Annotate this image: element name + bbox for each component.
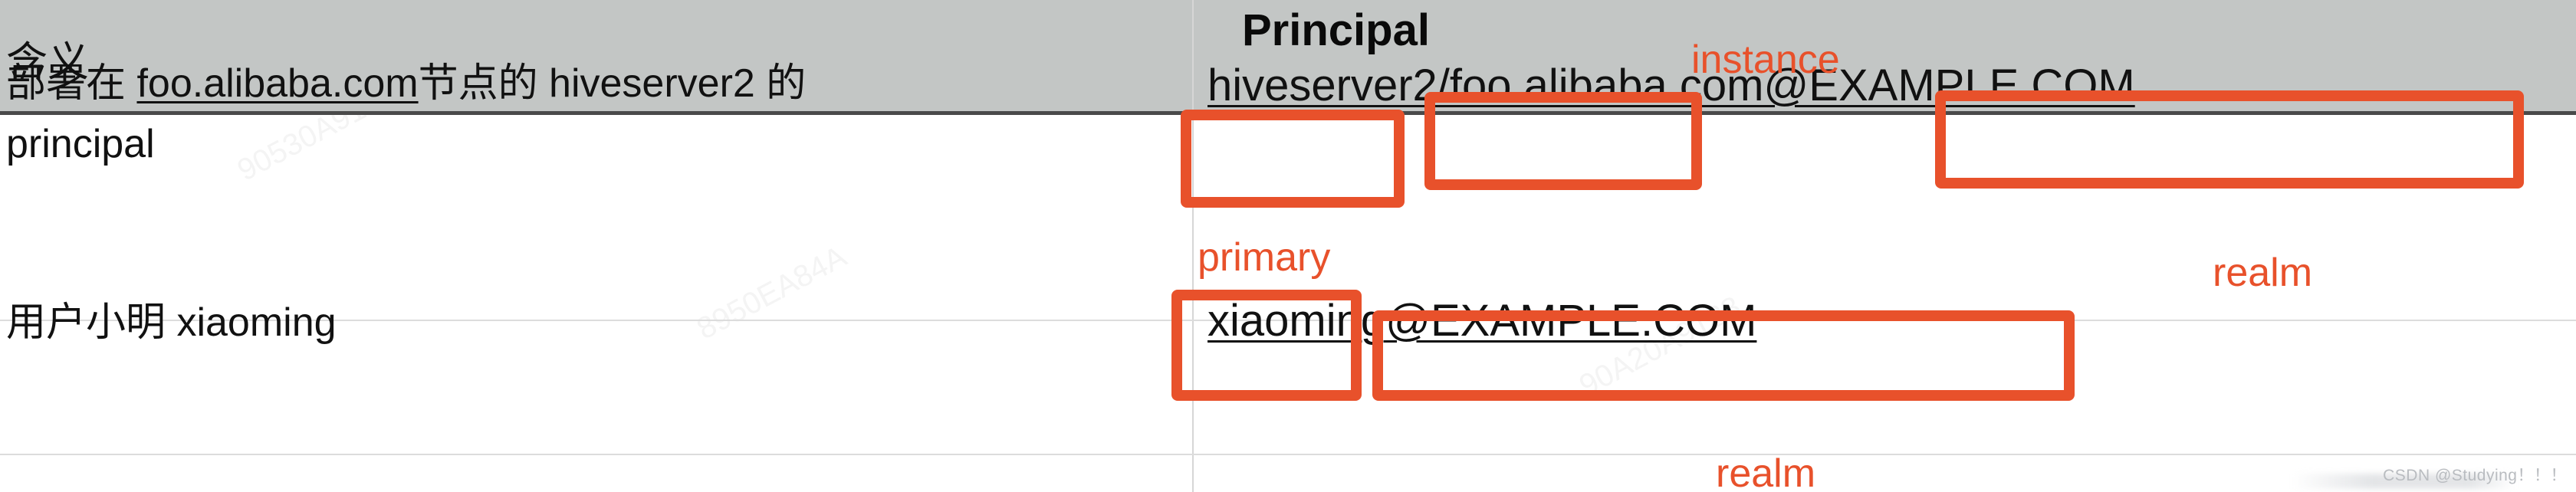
row-divider <box>0 454 2576 455</box>
row1-meaning-link[interactable]: foo.alibaba.com <box>136 61 418 106</box>
column-header-principal: Principal <box>1242 5 1430 55</box>
row1-meaning-prefix: 部署在 <box>6 61 137 106</box>
annotation-box-primary-row1 <box>1181 110 1405 208</box>
annotation-label-primary: primary <box>1198 235 1331 280</box>
annotation-label-realm-row1: realm <box>2213 251 2313 295</box>
annotation-label-instance: instance <box>1691 38 1840 82</box>
paper-texture: 8950EA84A <box>691 239 853 346</box>
watermark-text: CSDN @Studying！！！ <box>2383 467 2567 484</box>
screenshot-root: 90530A9128 8950EA84A 90A20A9128 含义 Princ… <box>0 0 2576 492</box>
annotation-label-realm-row2: realm <box>1716 451 1816 492</box>
row1-meaning-line2: principal <box>6 122 155 166</box>
row2-meaning-text: 用户小明 xiaoming <box>6 300 337 345</box>
row2-principal-value: xiaoming@EXAMPLE.COM <box>1208 296 1757 346</box>
column-divider <box>1192 0 1194 492</box>
row1-meaning-suffix: 节点的 hiveserver2 的 <box>418 61 807 106</box>
row1-principal-value: hiveserver2/foo.alibaba.com@EXAMPLE.COM <box>1208 61 2135 110</box>
table-row: 部署在 foo.alibaba.com节点的 hiveserver2 的 <box>6 64 806 103</box>
